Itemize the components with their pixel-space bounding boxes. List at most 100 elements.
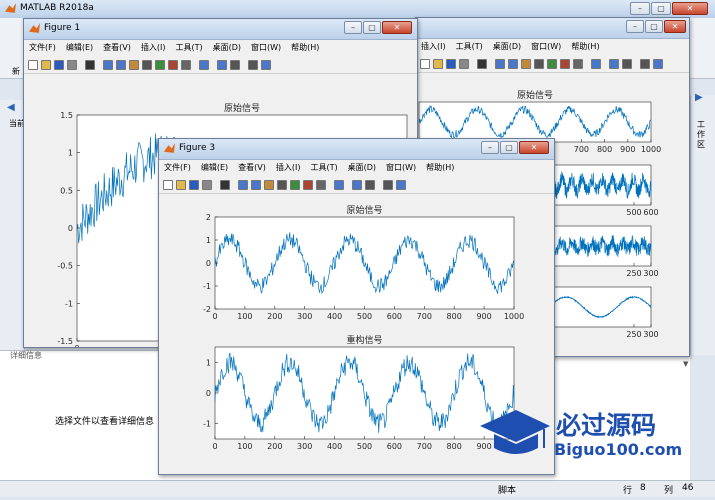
close-button[interactable]: ✕ <box>672 2 708 15</box>
figure2-close-button[interactable]: ✕ <box>664 20 686 33</box>
new-figure-icon[interactable] <box>420 59 430 69</box>
figure-icon <box>29 23 40 33</box>
menu-help[interactable]: 帮助(H) <box>566 40 604 54</box>
dropdown-icon[interactable] <box>573 59 583 69</box>
hide-tools-icon[interactable] <box>640 59 650 69</box>
link-icon[interactable] <box>591 59 601 69</box>
show-tools-icon[interactable] <box>396 180 406 190</box>
data-cursor-icon[interactable] <box>290 180 300 190</box>
menu-view[interactable]: 查看(V) <box>233 161 271 175</box>
x-tick-label: 700 <box>574 145 589 154</box>
menu-file[interactable]: 文件(F) <box>24 41 61 55</box>
link-icon[interactable] <box>334 180 344 190</box>
zoom-out-icon[interactable] <box>508 59 518 69</box>
figure3-close-button[interactable]: ✕ <box>519 141 549 154</box>
data-cursor-icon[interactable] <box>547 59 557 69</box>
colorbar-icon[interactable] <box>217 60 227 70</box>
scroll-up-icon[interactable]: ▼ <box>683 360 688 368</box>
print-icon[interactable] <box>459 59 469 69</box>
new-figure-icon[interactable] <box>163 180 173 190</box>
workspace-tab[interactable]: 工作区 <box>697 120 707 150</box>
menu-edit[interactable]: 编辑(E) <box>196 161 233 175</box>
figure3-minimize-button[interactable]: – <box>481 141 499 154</box>
menu-insert[interactable]: 插入(I) <box>136 41 171 55</box>
pan-icon[interactable] <box>264 180 274 190</box>
link-icon[interactable] <box>199 60 209 70</box>
zoom-in-icon[interactable] <box>103 60 113 70</box>
rotate-icon[interactable] <box>142 60 152 70</box>
figure1-titlebar[interactable]: Figure 1 – ▢ ✕ <box>24 19 417 40</box>
legend-icon[interactable] <box>365 180 375 190</box>
menu-tools[interactable]: 工具(T) <box>305 161 342 175</box>
new-figure-icon[interactable] <box>28 60 38 70</box>
colorbar-icon[interactable] <box>352 180 362 190</box>
menu-window[interactable]: 窗口(W) <box>526 40 566 54</box>
maximize-button[interactable]: ▢ <box>651 2 671 15</box>
brush-icon[interactable] <box>560 59 570 69</box>
menu-tools[interactable]: 工具(T) <box>170 41 207 55</box>
hide-tools-icon[interactable] <box>383 180 393 190</box>
menu-tools[interactable]: 工具(T) <box>451 40 488 54</box>
brush-icon[interactable] <box>303 180 313 190</box>
rotate-icon[interactable] <box>277 180 287 190</box>
zoom-in-icon[interactable] <box>495 59 505 69</box>
menu-edit[interactable]: 编辑(E) <box>61 41 98 55</box>
dropdown-icon[interactable] <box>316 180 326 190</box>
brush-icon[interactable] <box>168 60 178 70</box>
data-cursor-icon[interactable] <box>155 60 165 70</box>
menu-desktop[interactable]: 桌面(D) <box>208 41 246 55</box>
minimize-button[interactable]: – <box>630 2 650 15</box>
print-icon[interactable] <box>67 60 77 70</box>
save-icon[interactable] <box>446 59 456 69</box>
pan-icon[interactable] <box>521 59 531 69</box>
arrow-icon[interactable] <box>85 60 95 70</box>
show-tools-icon[interactable] <box>261 60 271 70</box>
x-tick-label: 0 <box>212 442 217 451</box>
menu-file[interactable]: 文件(F) <box>159 161 196 175</box>
menu-help[interactable]: 帮助(H) <box>421 161 459 175</box>
forward-arrow-icon[interactable]: ▶ <box>695 92 703 103</box>
figure1-minimize-button[interactable]: – <box>344 21 362 34</box>
x-tick-label: 600 <box>387 312 402 321</box>
hide-tools-icon[interactable] <box>248 60 258 70</box>
figure3-titlebar[interactable]: Figure 3 – ▢ ✕ <box>159 139 554 160</box>
menu-insert[interactable]: 插入(I) <box>271 161 306 175</box>
figure2-minimize-button[interactable]: – <box>626 20 644 33</box>
zoom-in-icon[interactable] <box>238 180 248 190</box>
back-arrow-icon[interactable]: ◀ <box>7 102 15 113</box>
axes-title: 重构信号 <box>346 334 382 346</box>
rotate-icon[interactable] <box>534 59 544 69</box>
zoom-out-icon[interactable] <box>251 180 261 190</box>
save-icon[interactable] <box>54 60 64 70</box>
ribbon-new-label[interactable]: 新 <box>12 66 20 77</box>
pan-icon[interactable] <box>129 60 139 70</box>
menu-window[interactable]: 窗口(W) <box>381 161 421 175</box>
axes-title: 原始信号 <box>517 89 553 101</box>
menu-window[interactable]: 窗口(W) <box>246 41 286 55</box>
show-tools-icon[interactable] <box>653 59 663 69</box>
menu-insert[interactable]: 插入(I) <box>416 40 451 54</box>
arrow-icon[interactable] <box>477 59 487 69</box>
zoom-out-icon[interactable] <box>116 60 126 70</box>
figure1-close-button[interactable]: ✕ <box>382 21 412 34</box>
x-tick-label: 100 <box>237 312 252 321</box>
details-message: 选择文件以查看详细信息 <box>55 417 155 427</box>
figure1-maximize-button[interactable]: ▢ <box>363 21 381 34</box>
print-icon[interactable] <box>202 180 212 190</box>
menu-desktop[interactable]: 桌面(D) <box>343 161 381 175</box>
figure3-maximize-button[interactable]: ▢ <box>500 141 518 154</box>
figure2-maximize-button[interactable]: ▢ <box>645 20 663 33</box>
menu-view[interactable]: 查看(V) <box>98 41 136 55</box>
figure2-titlebar[interactable]: – ▢ ✕ <box>416 18 689 39</box>
open-folder-icon[interactable] <box>176 180 186 190</box>
dropdown-icon[interactable] <box>181 60 191 70</box>
open-folder-icon[interactable] <box>433 59 443 69</box>
menu-help[interactable]: 帮助(H) <box>286 41 324 55</box>
legend-icon[interactable] <box>622 59 632 69</box>
colorbar-icon[interactable] <box>609 59 619 69</box>
menu-desktop[interactable]: 桌面(D) <box>488 40 526 54</box>
legend-icon[interactable] <box>230 60 240 70</box>
save-icon[interactable] <box>189 180 199 190</box>
arrow-icon[interactable] <box>220 180 230 190</box>
open-folder-icon[interactable] <box>41 60 51 70</box>
